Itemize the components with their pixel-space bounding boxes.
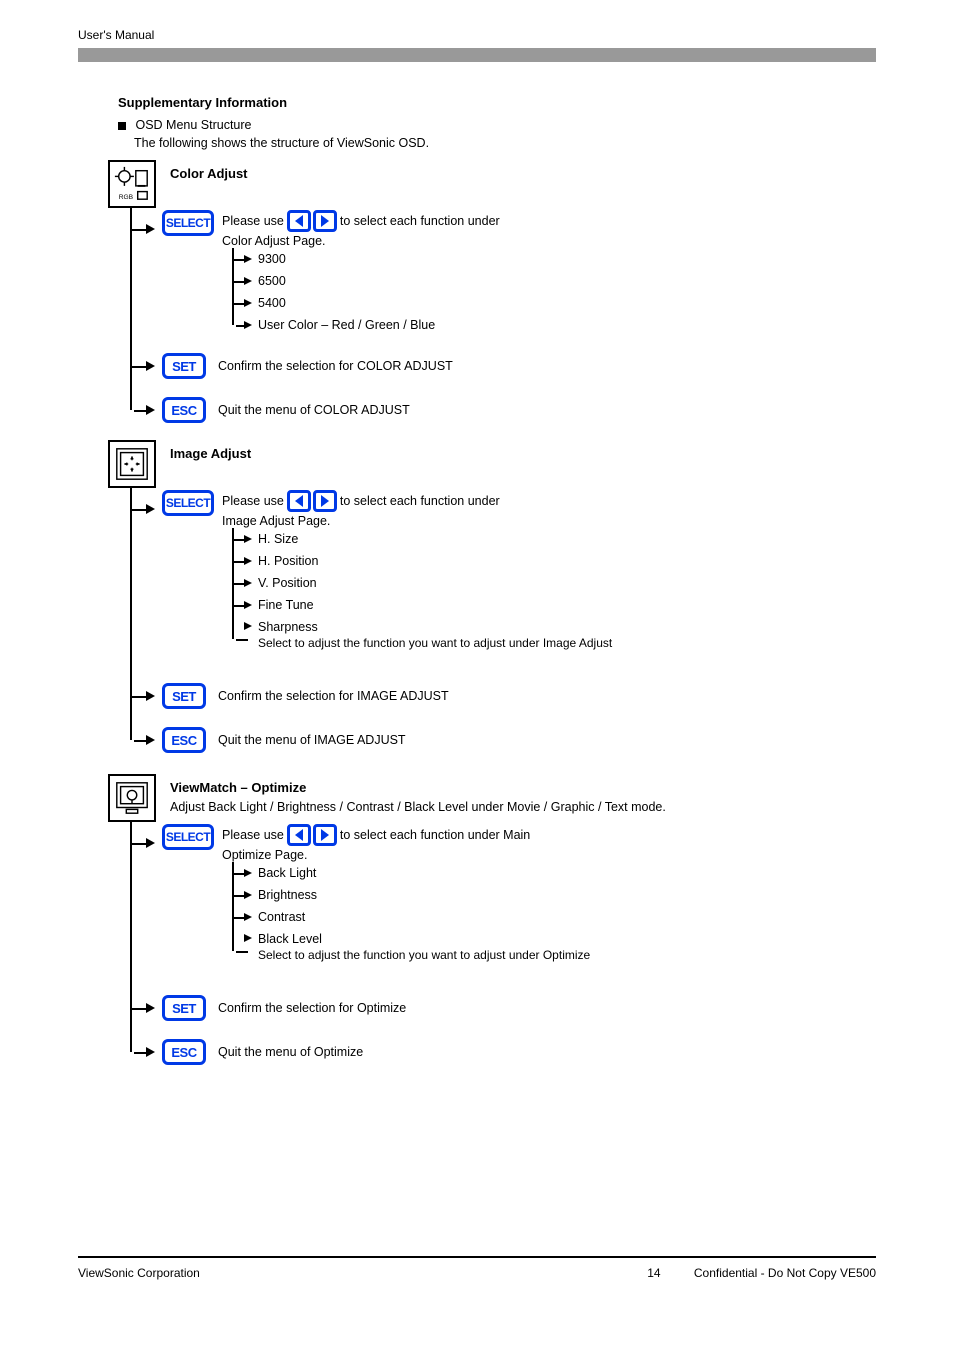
list-item: 5400 (258, 296, 286, 310)
menu-block-optimize: ViewMatch – Optimize Adjust Back Light /… (108, 774, 876, 1074)
footer-right: 14 Confidential - Do Not Copy VE500 (647, 1266, 876, 1280)
footer-divider (78, 1256, 876, 1258)
optimize-icon (108, 774, 156, 822)
list-item: 9300 (258, 252, 286, 266)
footer-left: ViewSonic Corporation (78, 1266, 200, 1280)
set-button[interactable]: SET (162, 683, 206, 709)
color-title: Color Adjust (170, 160, 248, 181)
list-item: Sharpness (258, 620, 612, 634)
intro-line-2: The following shows the structure of Vie… (134, 136, 876, 150)
esc-button[interactable]: ESC (162, 727, 206, 753)
left-arrow-button[interactable] (287, 210, 311, 232)
list-item: 6500 (258, 274, 286, 288)
list-item: Fine Tune (258, 598, 314, 612)
optimize-title: ViewMatch – Optimize (170, 774, 666, 795)
esc-button[interactable]: ESC (162, 397, 206, 423)
list-item: Brightness (258, 888, 317, 902)
set-text: Confirm the selection for COLOR ADJUST (218, 358, 453, 374)
intro-line-1: OSD Menu Structure (118, 118, 876, 132)
set-button[interactable]: SET (162, 995, 206, 1021)
right-arrow-button[interactable] (313, 824, 337, 846)
bullet-icon (118, 122, 126, 130)
select-button[interactable]: SELECT (162, 490, 214, 516)
set-button[interactable]: SET (162, 353, 206, 379)
esc-text: Quit the menu of COLOR ADJUST (218, 402, 410, 418)
esc-button[interactable]: ESC (162, 1039, 206, 1065)
list-item: User Color – Red / Green / Blue (258, 318, 435, 332)
menu-block-image: Image Adjust SELECT Please use (108, 440, 876, 762)
image-title: Image Adjust (170, 440, 251, 461)
header-divider (78, 48, 876, 62)
menu-block-color: RGB Color Adjust SELECT Please use (108, 160, 876, 432)
arrows-note-prefix: Please use (222, 214, 284, 228)
list-item: Back Light (258, 866, 316, 880)
header-text: User's Manual (78, 28, 154, 42)
list-item: Black Level (258, 932, 590, 946)
list-item-extra: Select to adjust the function you want t… (258, 636, 612, 650)
select-button[interactable]: SELECT (162, 210, 214, 236)
list-item: Contrast (258, 910, 305, 924)
list-item-extra: Select to adjust the function you want t… (258, 948, 590, 962)
svg-text:RGB: RGB (119, 194, 134, 201)
select-button[interactable]: SELECT (162, 824, 214, 850)
supplementary-title: Supplementary Information (118, 95, 876, 110)
color-adjust-icon: RGB (108, 160, 156, 208)
optimize-subtitle: Adjust Back Light / Brightness / Contras… (170, 799, 666, 816)
image-adjust-icon (108, 440, 156, 488)
list-item: H. Size (258, 532, 298, 546)
right-arrow-button[interactable] (313, 210, 337, 232)
left-arrow-button[interactable] (287, 824, 311, 846)
left-arrow-button[interactable] (287, 490, 311, 512)
list-item: H. Position (258, 554, 318, 568)
right-arrow-button[interactable] (313, 490, 337, 512)
list-item: V. Position (258, 576, 317, 590)
arrows-note-suffix: to select each function under (340, 214, 500, 228)
select-sub-line: Color Adjust Page. (222, 234, 500, 248)
